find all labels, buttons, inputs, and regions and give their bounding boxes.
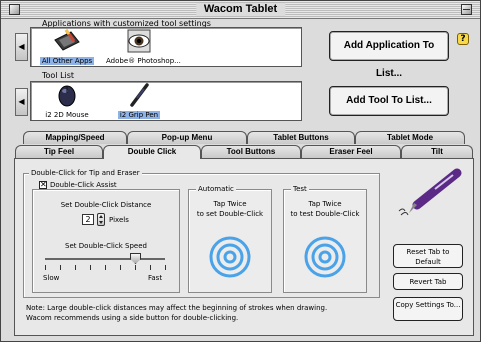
- automatic-text: Tap Twice to set Double-Click: [196, 200, 264, 218]
- double-click-group-label: Double-Click for Tip and Eraser: [29, 169, 142, 177]
- speed-label: Set Double-Click Speed: [65, 242, 147, 250]
- tab-tablet-buttons[interactable]: Tablet Buttons: [247, 131, 355, 144]
- test-text: Tap Twice to test Double-Click: [290, 200, 360, 218]
- distance-unit-label: Pixels: [109, 216, 129, 224]
- window-title: Wacom Tablet: [195, 3, 286, 16]
- tablet-app-icon: [54, 29, 80, 51]
- tab-popup-menu[interactable]: Pop-up Menu: [127, 131, 247, 144]
- speed-slider-tick: [150, 265, 151, 270]
- pen-icon: [130, 83, 149, 107]
- test-target-icon[interactable]: [303, 235, 347, 279]
- app-item-photoshop[interactable]: Adobe® Photoshop...: [104, 28, 181, 65]
- speed-slider-tick: [90, 265, 91, 270]
- applications-strip[interactable]: All Other Apps Adobe® Photoshop...: [30, 27, 302, 67]
- speed-slow-label: Slow: [43, 274, 60, 282]
- mouse-icon: [58, 85, 76, 107]
- speed-slider-tick: [165, 265, 166, 270]
- add-tool-button[interactable]: Add Tool To List...: [329, 86, 449, 116]
- revert-tab-button[interactable]: Revert Tab: [393, 273, 463, 290]
- tool-item-grip-pen[interactable]: i2 Grip Pen: [104, 83, 174, 119]
- tab-tablet-mode[interactable]: Tablet Mode: [355, 131, 465, 144]
- applications-scroll-left-button[interactable]: ◀: [15, 33, 28, 61]
- speed-slider-track[interactable]: [45, 258, 165, 260]
- reset-tab-button[interactable]: Reset Tab to Default: [393, 244, 463, 268]
- title-bar[interactable]: Wacom Tablet: [1, 1, 480, 19]
- tool-item-2d-mouse[interactable]: i2 2D Mouse: [32, 83, 102, 119]
- speed-slider-tick: [105, 265, 106, 270]
- pen-illustration-icon: [398, 168, 462, 216]
- tab-eraser-feel[interactable]: Eraser Feel: [301, 145, 401, 158]
- test-label: Test: [291, 185, 309, 193]
- distance-stepper[interactable]: [97, 213, 105, 226]
- speed-slider-tick: [45, 265, 46, 270]
- add-application-button[interactable]: Add Application To List...: [329, 31, 449, 79]
- speed-slider-tick: [135, 265, 136, 270]
- app-item-all-other-apps[interactable]: All Other Apps: [32, 28, 102, 65]
- tab-tool-buttons[interactable]: Tool Buttons: [201, 145, 301, 158]
- double-click-panel: Double-Click for Tip and Eraser ✕ Double…: [14, 158, 474, 336]
- app-item-label: Adobe® Photoshop...: [106, 57, 181, 65]
- automatic-target-icon[interactable]: [208, 235, 252, 279]
- photoshop-eye-icon: [127, 29, 151, 53]
- note-line-1: Note: Large double-click distances may a…: [26, 304, 328, 312]
- tools-scroll-left-button[interactable]: ◀: [15, 88, 28, 116]
- distance-label: Set Double-Click Distance: [60, 201, 152, 209]
- tool-list-strip[interactable]: i2 2D Mouse i2 Grip Pen: [30, 81, 302, 121]
- tab-mapping-speed[interactable]: Mapping/Speed: [23, 131, 127, 144]
- distance-field[interactable]: 2: [82, 214, 94, 225]
- wacom-tablet-window: Wacom Tablet Applications with customize…: [0, 0, 481, 342]
- automatic-label: Automatic: [196, 185, 236, 193]
- speed-fast-label: Fast: [148, 274, 163, 282]
- speed-slider-tick: [60, 265, 61, 270]
- close-box[interactable]: [9, 4, 20, 15]
- tab-double-click[interactable]: Double Click: [103, 145, 201, 159]
- collapse-box[interactable]: [461, 4, 472, 15]
- copy-settings-button[interactable]: Copy Settings To...: [393, 297, 463, 321]
- tool-item-label: i2 2D Mouse: [45, 111, 89, 119]
- tool-item-label: i2 Grip Pen: [117, 111, 161, 119]
- tab-tilt[interactable]: Tilt: [401, 145, 473, 158]
- speed-slider-tick: [75, 265, 76, 270]
- tool-list-label: Tool List: [42, 71, 75, 80]
- tab-tip-feel[interactable]: Tip Feel: [15, 145, 103, 158]
- app-item-label: All Other Apps: [39, 57, 95, 65]
- double-click-assist-checkbox[interactable]: ✕: [39, 181, 47, 189]
- note-line-2: Wacom recommends using a side button for…: [26, 314, 239, 322]
- help-icon[interactable]: ?: [457, 33, 469, 45]
- speed-slider-tick: [120, 265, 121, 270]
